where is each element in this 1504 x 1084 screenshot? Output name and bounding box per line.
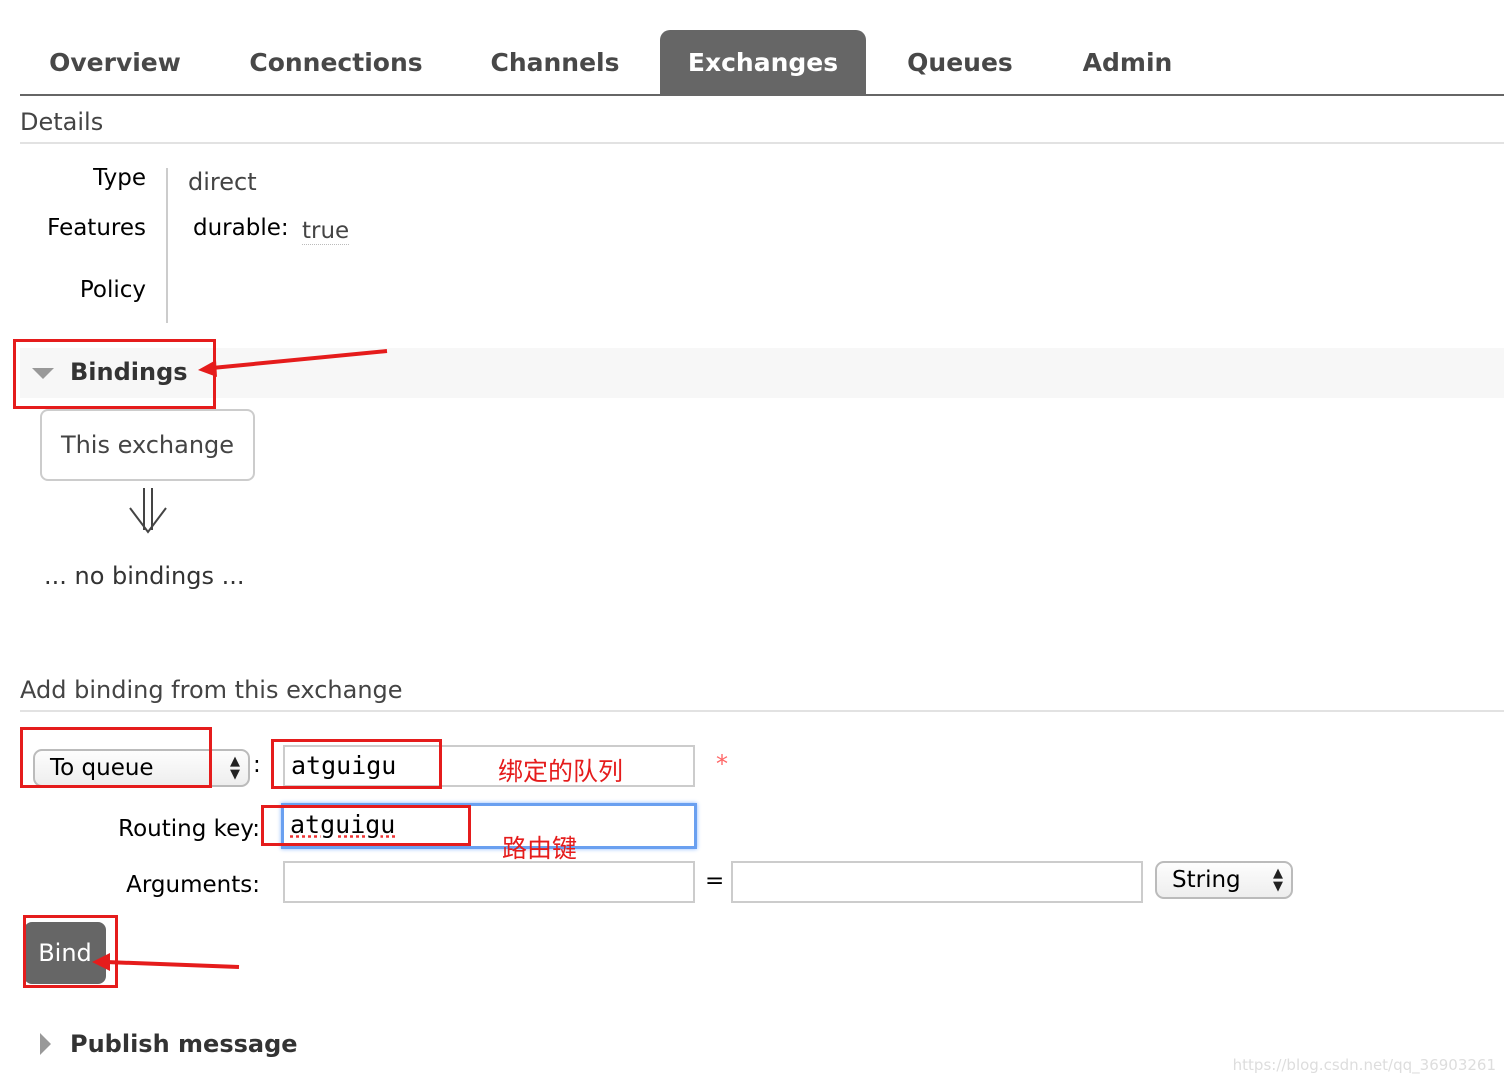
annotation-arrow-icon	[198, 349, 388, 377]
annotation-arrow-icon	[92, 953, 240, 971]
annotation-arrows	[92, 349, 388, 971]
watermark: https://blog.csdn.net/qq_36903261	[1232, 1056, 1496, 1074]
